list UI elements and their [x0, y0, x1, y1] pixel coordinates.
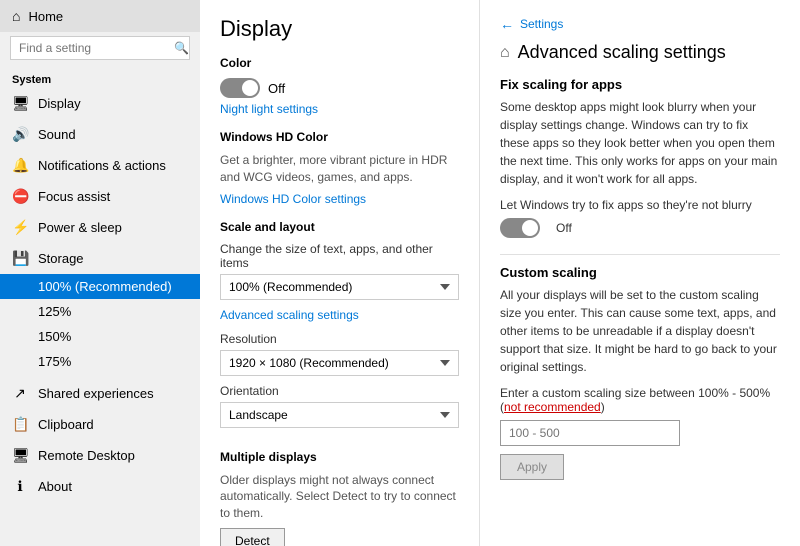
custom-scaling-title: Custom scaling: [500, 265, 780, 280]
multiple-desc: Older displays might not always connect …: [220, 472, 459, 522]
sidebar-storage-label: Storage: [38, 251, 84, 266]
scaling-input[interactable]: [500, 420, 680, 446]
sidebar-home-label: Home: [28, 9, 63, 24]
sidebar: ⌂ Home 🔍 System 🖥 Display 🔊 Sound 🔔 Noti…: [0, 0, 200, 546]
orientation-label: Orientation: [220, 384, 459, 398]
sidebar-shared-label: Shared experiences: [38, 386, 154, 401]
scale-layout-title: Scale and layout: [220, 220, 459, 234]
fix-toggle-state: Off: [556, 221, 572, 235]
middle-panel: Display Color Off Night light settings W…: [200, 0, 480, 546]
hd-color-link[interactable]: Windows HD Color settings: [220, 192, 459, 206]
home-icon: ⌂: [12, 8, 20, 24]
divider: [500, 254, 780, 255]
display-icon: 🖥: [12, 95, 28, 112]
about-icon: ℹ: [12, 478, 28, 495]
hd-color-desc: Get a brighter, more vibrant picture in …: [220, 152, 459, 186]
custom-input-label: Enter a custom scaling size between 100%…: [500, 386, 780, 414]
sidebar-home[interactable]: ⌂ Home: [0, 0, 200, 32]
clipboard-icon: 📋: [12, 416, 28, 433]
shared-icon: ↗: [12, 385, 28, 402]
remote-icon: 🖥: [12, 447, 28, 464]
sidebar-notifications-label: Notifications & actions: [38, 158, 166, 173]
detect-button[interactable]: Detect: [220, 528, 285, 546]
page-title: Display: [220, 16, 459, 42]
right-panel-title: ⌂ Advanced scaling settings: [500, 42, 780, 63]
sidebar-scale-175[interactable]: 175%: [0, 349, 200, 374]
sidebar-item-remote[interactable]: 🖥 Remote Desktop: [0, 440, 200, 471]
fix-toggle-label: Let Windows try to fix apps so they're n…: [500, 198, 780, 212]
fix-toggle-knob: [522, 220, 538, 236]
scale-desc: Change the size of text, apps, and other…: [220, 242, 459, 270]
sidebar-item-sound[interactable]: 🔊 Sound: [0, 119, 200, 150]
sidebar-about-label: About: [38, 479, 72, 494]
sidebar-scale-125[interactable]: 125%: [0, 299, 200, 324]
home-small-icon: ⌂: [500, 44, 510, 62]
fix-scaling-title: Fix scaling for apps: [500, 77, 780, 92]
fix-toggle-row: Off: [500, 218, 780, 238]
search-icon: 🔍: [174, 41, 189, 55]
fix-apps-toggle[interactable]: [500, 218, 540, 238]
sidebar-item-storage[interactable]: 💾 Storage: [0, 243, 200, 274]
toggle-knob: [242, 80, 258, 96]
custom-scaling-desc: All your displays will be set to the cus…: [500, 286, 780, 376]
notifications-icon: 🔔: [12, 157, 28, 174]
orientation-dropdown[interactable]: Landscape: [220, 402, 459, 428]
sidebar-display-label: Display: [38, 96, 81, 111]
storage-icon: 💾: [12, 250, 28, 267]
search-input[interactable]: [19, 41, 174, 55]
back-arrow-icon: ←: [500, 16, 514, 32]
scale-dropdown[interactable]: 100% (Recommended) 125% 150% 175%: [220, 274, 459, 300]
sound-icon: 🔊: [12, 126, 28, 143]
back-link[interactable]: ← Settings: [500, 16, 780, 32]
hd-color-title: Windows HD Color: [220, 130, 459, 144]
night-light-link[interactable]: Night light settings: [220, 102, 459, 116]
sidebar-sound-label: Sound: [38, 127, 76, 142]
resolution-dropdown[interactable]: 1920 × 1080 (Recommended): [220, 350, 459, 376]
apply-button[interactable]: Apply: [500, 454, 564, 480]
sidebar-item-focus[interactable]: ⛔ Focus assist: [0, 181, 200, 212]
system-label: System: [0, 68, 200, 88]
resolution-label: Resolution: [220, 332, 459, 346]
sidebar-item-clipboard[interactable]: 📋 Clipboard: [0, 409, 200, 440]
back-label: Settings: [520, 17, 563, 31]
right-panel: ← Settings ⌂ Advanced scaling settings F…: [480, 0, 800, 546]
sidebar-item-about[interactable]: ℹ About: [0, 471, 200, 502]
night-light-state: Off: [268, 81, 285, 96]
sidebar-item-shared[interactable]: ↗ Shared experiences: [0, 378, 200, 409]
color-section-title: Color: [220, 56, 459, 70]
sidebar-remote-label: Remote Desktop: [38, 448, 135, 463]
multiple-displays-title: Multiple displays: [220, 450, 459, 464]
sidebar-item-notifications[interactable]: 🔔 Notifications & actions: [0, 150, 200, 181]
sidebar-item-power[interactable]: ⚡ Power & sleep: [0, 212, 200, 243]
sidebar-focus-label: Focus assist: [38, 189, 110, 204]
sidebar-scale-100[interactable]: 100% (Recommended): [0, 274, 200, 299]
night-light-toggle[interactable]: [220, 78, 260, 98]
sidebar-clipboard-label: Clipboard: [38, 417, 94, 432]
sidebar-power-label: Power & sleep: [38, 220, 122, 235]
night-light-row: Off: [220, 78, 459, 98]
advanced-scaling-link[interactable]: Advanced scaling settings: [220, 308, 459, 322]
power-icon: ⚡: [12, 219, 28, 236]
sidebar-item-display[interactable]: 🖥 Display: [0, 88, 200, 119]
search-box: 🔍: [10, 36, 190, 60]
fix-scaling-desc: Some desktop apps might look blurry when…: [500, 98, 780, 188]
sidebar-scale-150[interactable]: 150%: [0, 324, 200, 349]
focus-icon: ⛔: [12, 188, 28, 205]
